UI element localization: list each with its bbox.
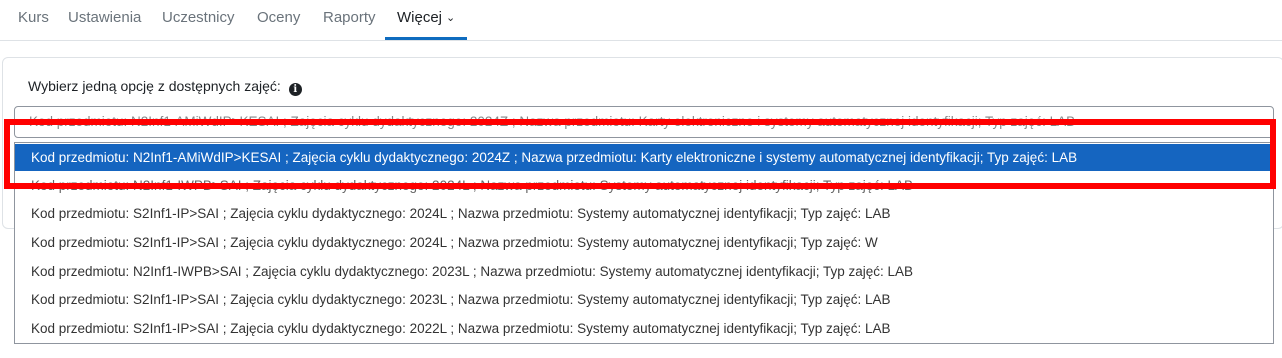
info-circle-icon[interactable]: i xyxy=(288,83,302,96)
chevron-down-icon: ⌄ xyxy=(1256,113,1267,128)
option-item[interactable]: Kod przedmiotu: S2Inf1-IP>SAI ; Zajęcia … xyxy=(15,229,1273,256)
field-label-row: Wybierz jedną opcję z dostępnych zajęć: i xyxy=(28,78,302,96)
nav-tab-raporty[interactable]: Raporty xyxy=(323,9,376,26)
option-item[interactable]: Kod przedmiotu: N2Inf1-IWPB>SAI ; Zajęci… xyxy=(15,258,1273,285)
course-select-value: Kod przedmiotu: N2Inf1-AMiWdIP>KESAI ; Z… xyxy=(29,114,1076,129)
nav-tab-oceny[interactable]: Oceny xyxy=(257,9,300,26)
chevron-down-icon: ⌄ xyxy=(446,12,456,24)
nav-tab-wiecej[interactable]: Więcej ⌄ xyxy=(397,9,455,26)
course-options-list: Kod przedmiotu: N2Inf1-AMiWdIP>KESAI ; Z… xyxy=(14,142,1274,344)
nav-tab-uczestnicy[interactable]: Uczestnicy xyxy=(162,9,235,26)
option-item[interactable]: Kod przedmiotu: N2Inf1-IWPB>SAI ; Zajęci… xyxy=(15,172,1273,199)
option-item[interactable]: Kod przedmiotu: S2Inf1-IP>SAI ; Zajęcia … xyxy=(15,200,1273,227)
option-item[interactable]: Kod przedmiotu: S2Inf1-IP>SAI ; Zajęcia … xyxy=(15,286,1273,313)
secondary-navigation: Kurs Ustawienia Uczestnicy Oceny Raporty… xyxy=(0,0,1282,41)
active-tab-indicator xyxy=(385,37,467,40)
course-select[interactable]: Kod przedmiotu: N2Inf1-AMiWdIP>KESAI ; Z… xyxy=(14,106,1274,138)
option-item[interactable]: Kod przedmiotu: S2Inf1-IP>SAI ; Zajęcia … xyxy=(15,315,1273,342)
option-item[interactable]: Kod przedmiotu: N2Inf1-AMiWdIP>KESAI ; Z… xyxy=(15,144,1273,171)
field-label: Wybierz jedną opcję z dostępnych zajęć: xyxy=(28,78,281,94)
nav-tab-wiecej-label: Więcej xyxy=(397,9,443,26)
nav-tab-ustawienia[interactable]: Ustawienia xyxy=(68,9,141,26)
nav-tab-kurs[interactable]: Kurs xyxy=(18,9,49,26)
